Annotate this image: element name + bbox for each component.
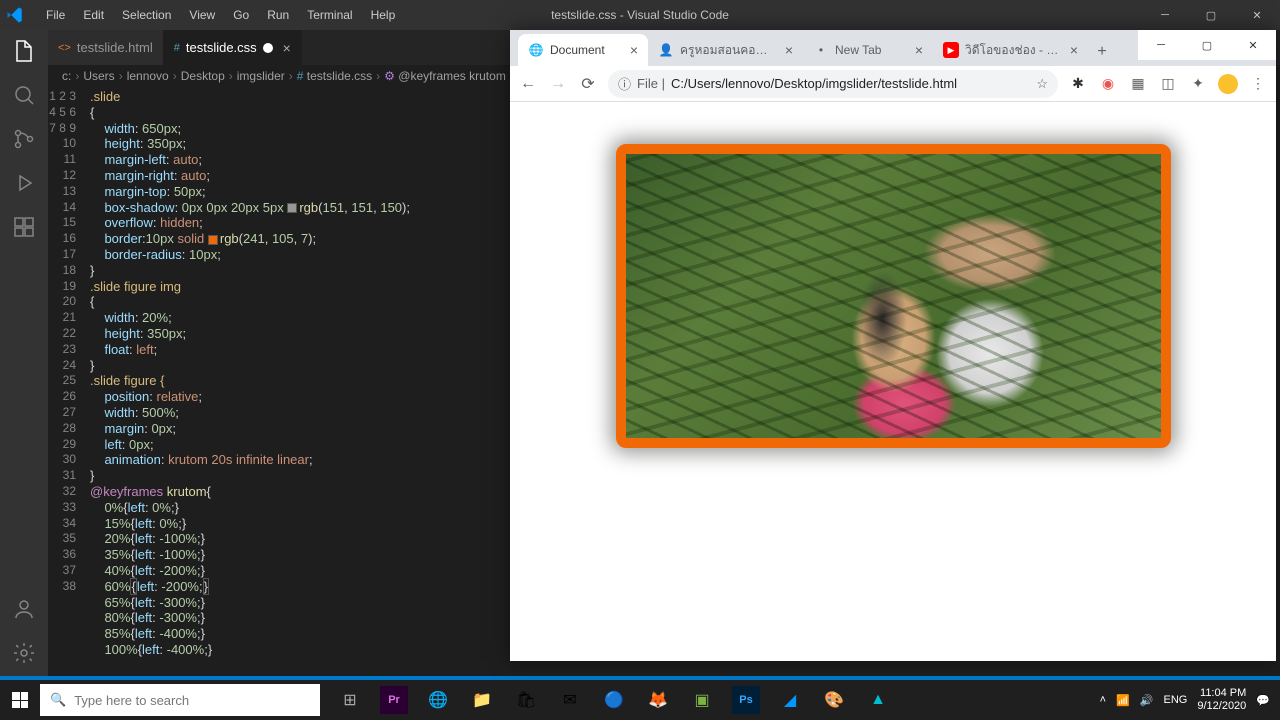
close-tab-icon[interactable]: × [283, 40, 291, 56]
menu-selection[interactable]: Selection [114, 4, 179, 26]
explorer-app-icon[interactable]: 📁 [460, 680, 504, 720]
html-file-icon: <> [58, 42, 71, 54]
profile-avatar[interactable] [1218, 74, 1238, 94]
vscode-app-icon[interactable]: ◢ [768, 680, 812, 720]
star-icon[interactable]: ☆ [1036, 76, 1048, 92]
close-button[interactable]: ✕ [1234, 0, 1280, 30]
address-bar[interactable]: ⓘ File | C:/Users/lennovo/Desktop/imgsli… [608, 70, 1058, 98]
account-icon[interactable] [11, 596, 37, 622]
ext4-icon[interactable]: ◫ [1158, 74, 1178, 94]
browser-toolbar: ← → ⟳ ⓘ File | C:/Users/lennovo/Desktop/… [510, 66, 1276, 102]
line-numbers: 1 2 3 4 5 6 7 8 9 10 11 12 13 14 15 16 1… [48, 87, 90, 680]
clock[interactable]: 11:04 PM 9/12/2020 [1197, 687, 1246, 713]
search-icon: 🔍 [50, 692, 66, 708]
photoshop-icon[interactable]: Ps [732, 686, 760, 714]
ext2-icon[interactable]: ◉ [1098, 74, 1118, 94]
notifications-icon[interactable]: 💬 [1256, 694, 1270, 707]
ext1-icon[interactable]: ✱ [1068, 74, 1088, 94]
photos-icon[interactable]: ▲ [856, 680, 900, 720]
system-tray: ˄ 📶 🔊 ENG 11:04 PM 9/12/2020 💬 [1100, 687, 1280, 713]
info-icon[interactable]: ⓘ [618, 74, 631, 93]
debug-icon[interactable] [11, 170, 37, 196]
firefox-icon[interactable]: 🦊 [636, 680, 680, 720]
image-slider [616, 144, 1171, 448]
taskbar-search[interactable]: 🔍 Type here to search [40, 684, 320, 716]
browser-tab[interactable]: 👤ครูหอมสอนคอมพิวเตอร์× [648, 34, 803, 66]
dirty-indicator-icon [263, 43, 273, 53]
tab-testslide-html[interactable]: <> testslide.html [48, 30, 164, 65]
close-tab-icon[interactable]: × [630, 42, 638, 58]
settings-icon[interactable] [11, 640, 37, 666]
camtasia-icon[interactable]: ▣ [680, 680, 724, 720]
activity-bar [0, 30, 48, 680]
close-tab-icon[interactable]: × [915, 42, 923, 58]
browser-tab[interactable]: •New Tab× [803, 34, 933, 66]
new-tab-button[interactable]: + [1088, 38, 1116, 66]
menu-help[interactable]: Help [363, 4, 404, 26]
maximize-button[interactable]: ▢ [1188, 0, 1234, 30]
menu-view[interactable]: View [181, 4, 223, 26]
css-file-icon: # [174, 42, 180, 54]
tab-testslide-css[interactable]: # testslide.css × [164, 30, 302, 65]
browser-tab[interactable]: ▶วิดีโอของช่อง - YouTu× [933, 34, 1088, 66]
search-icon[interactable] [11, 82, 37, 108]
tray-volume-icon[interactable]: 🔊 [1140, 694, 1154, 707]
start-button[interactable] [0, 680, 40, 720]
paint-icon[interactable]: 🎨 [812, 680, 856, 720]
window-title: testslide.css - Visual Studio Code [551, 8, 729, 22]
forward-button[interactable]: → [548, 75, 568, 93]
reload-button[interactable]: ⟳ [578, 74, 598, 94]
menu-go[interactable]: Go [225, 4, 257, 26]
tray-network-icon[interactable]: 📶 [1116, 694, 1130, 707]
menu-run[interactable]: Run [259, 4, 297, 26]
window-controls: ─ ▢ ✕ [1142, 0, 1280, 30]
browser-minimize[interactable]: ─ [1138, 30, 1184, 60]
browser-maximize[interactable]: ▢ [1184, 30, 1230, 60]
puzzle-icon[interactable]: ✦ [1188, 74, 1208, 94]
browser-tab[interactable]: 🌐Document× [518, 34, 648, 66]
windows-taskbar: 🔍 Type here to search ⊞ Pr 🌐 📁 🛍 ✉ 🔵 🦊 ▣… [0, 680, 1280, 720]
close-tab-icon[interactable]: × [785, 42, 793, 58]
menu-terminal[interactable]: Terminal [299, 4, 360, 26]
tray-chevron-icon[interactable]: ˄ [1100, 694, 1106, 706]
menu-file[interactable]: File [38, 4, 73, 26]
close-tab-icon[interactable]: × [1070, 42, 1078, 58]
menu-edit[interactable]: Edit [75, 4, 112, 26]
store-icon[interactable]: 🛍 [504, 680, 548, 720]
minimize-button[interactable]: ─ [1142, 0, 1188, 30]
browser-window: ─ ▢ ✕ 🌐Document×👤ครูหอมสอนคอมพิวเตอร์×•N… [510, 30, 1276, 661]
explorer-icon[interactable] [11, 38, 37, 64]
browser-viewport [510, 102, 1276, 661]
back-button[interactable]: ← [518, 75, 538, 93]
vscode-titlebar: FileEditSelectionViewGoRunTerminalHelp t… [0, 0, 1280, 30]
task-view-icon[interactable]: ⊞ [328, 680, 372, 720]
browser-close[interactable]: ✕ [1230, 30, 1276, 60]
extension-icons: ✱ ◉ ▦ ◫ ✦ ⋮ [1068, 74, 1268, 94]
mail-icon[interactable]: ✉ [548, 680, 592, 720]
taskbar-apps: ⊞ Pr 🌐 📁 🛍 ✉ 🔵 🦊 ▣ Ps ◢ 🎨 ▲ [328, 680, 900, 720]
premiere-icon[interactable]: Pr [380, 686, 408, 714]
vscode-logo-icon [6, 6, 24, 24]
menu-icon[interactable]: ⋮ [1248, 74, 1268, 94]
tray-language[interactable]: ENG [1164, 694, 1188, 706]
source-control-icon[interactable] [11, 126, 37, 152]
chrome-icon[interactable]: 🔵 [592, 680, 636, 720]
ext3-icon[interactable]: ▦ [1128, 74, 1148, 94]
edge-icon[interactable]: 🌐 [416, 680, 460, 720]
vscode-menu: FileEditSelectionViewGoRunTerminalHelp [30, 4, 403, 26]
extensions-icon[interactable] [11, 214, 37, 240]
browser-window-controls: ─ ▢ ✕ [1138, 30, 1276, 60]
